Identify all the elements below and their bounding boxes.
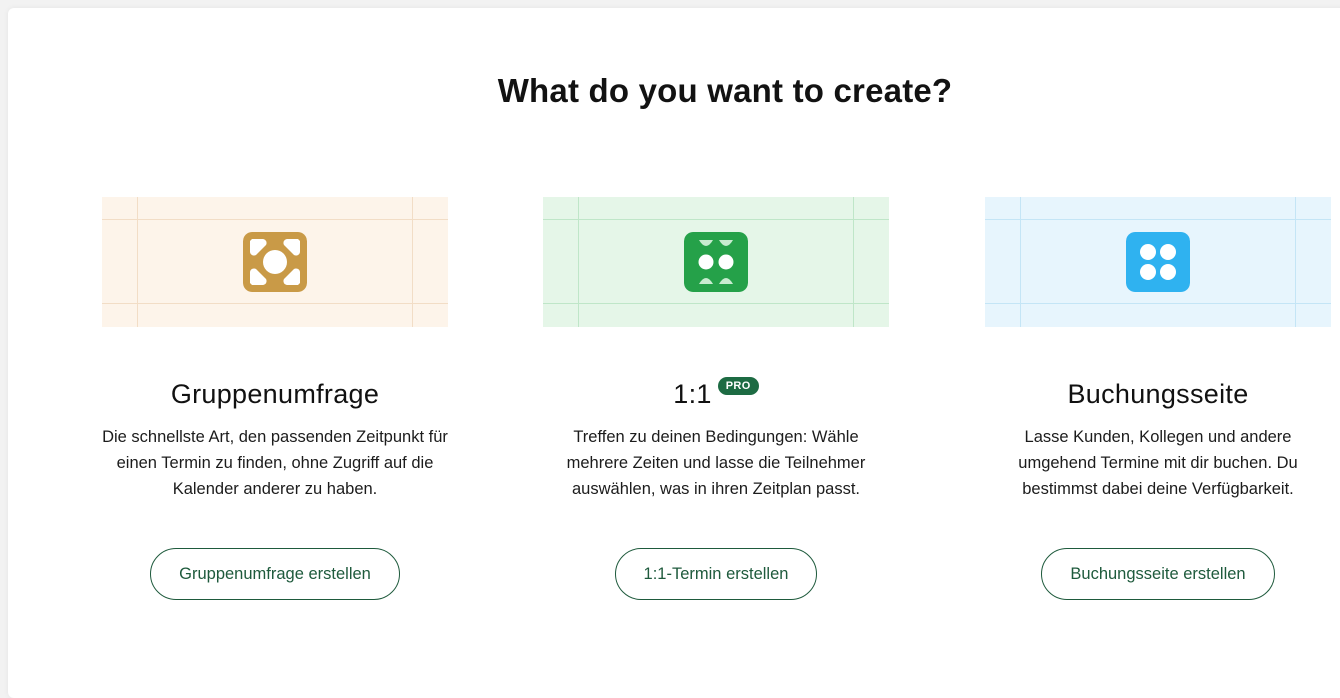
card-banner	[102, 197, 448, 327]
card-banner	[985, 197, 1331, 327]
create-one-on-one-button[interactable]: 1:1-Termin erstellen	[614, 548, 818, 600]
card-description: Treffen zu deinen Bedingungen: Wähle meh…	[566, 428, 866, 498]
create-panel: What do you want to create? Gruppenumfra…	[8, 8, 1340, 698]
card-description: Lasse Kunden, Kollegen und andere umgehe…	[1018, 428, 1298, 498]
card-group-poll: Gruppenumfrage Die schnellste Art, den p…	[102, 197, 448, 600]
one-on-one-icon	[684, 232, 748, 292]
card-banner	[543, 197, 889, 327]
card-description: Die schnellste Art, den passenden Zeitpu…	[102, 428, 448, 498]
pro-badge: PRO	[717, 377, 759, 395]
card-title: Buchungsseite	[1067, 378, 1249, 409]
card-one-on-one: 1:1 PRO Treffen zu deinen Bedingungen: W…	[543, 197, 889, 600]
group-poll-icon	[243, 232, 307, 292]
page-title: What do you want to create?	[497, 72, 953, 109]
create-booking-page-button[interactable]: Buchungsseite erstellen	[1041, 548, 1275, 600]
booking-page-icon	[1126, 232, 1190, 292]
card-title: Gruppenumfrage	[170, 378, 380, 409]
card-title: 1:1 PRO	[673, 375, 759, 413]
create-group-poll-button[interactable]: Gruppenumfrage erstellen	[150, 548, 400, 600]
card-booking-page: Buchungsseite Lasse Kunden, Kollegen und…	[985, 197, 1331, 600]
